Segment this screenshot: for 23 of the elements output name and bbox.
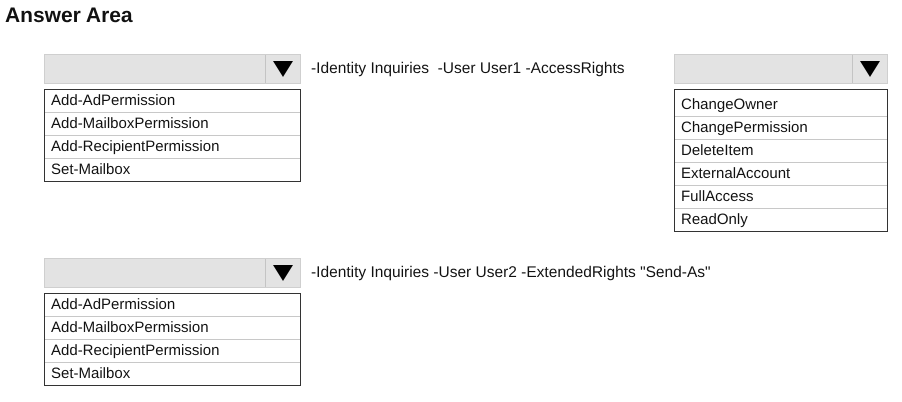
dropdown-option[interactable]: Set-Mailbox [45,363,300,385]
caret-icon [860,61,880,77]
select-dropdown[interactable] [44,258,301,288]
dropdown-option[interactable]: Set-Mailbox [45,159,300,181]
dropdown-option[interactable]: Add-MailboxPermission [45,113,300,136]
caret-icon [273,61,293,77]
caret-icon [273,265,293,281]
command-text: -Identity Inquiries -User User2 -ExtendedRights "Send-As" [311,263,711,283]
select-dropdown[interactable] [674,54,888,84]
dropdown-option[interactable]: ChangePermission [675,117,887,140]
dropdown-option[interactable]: ExternalAccount [675,163,887,186]
dropdown-option[interactable]: Add-AdPermission [45,90,300,113]
page-title: Answer Area [5,3,133,29]
dropdown-option[interactable]: FullAccess [675,186,887,209]
dropdown-option[interactable]: Add-RecipientPermission [45,340,300,363]
select-dropdown[interactable] [44,54,301,84]
dropdown-option[interactable]: Add-AdPermission [45,294,300,317]
dropdown-option[interactable]: DeleteItem [675,140,887,163]
dropdown-option[interactable]: Add-MailboxPermission [45,317,300,340]
dropdown-option[interactable]: ReadOnly [675,209,887,231]
dropdown-option[interactable]: Add-RecipientPermission [45,136,300,159]
command-text: -Identity Inquiries -User User1 -AccessRights [311,59,625,79]
dropdown-option[interactable]: ChangeOwner [675,94,887,117]
